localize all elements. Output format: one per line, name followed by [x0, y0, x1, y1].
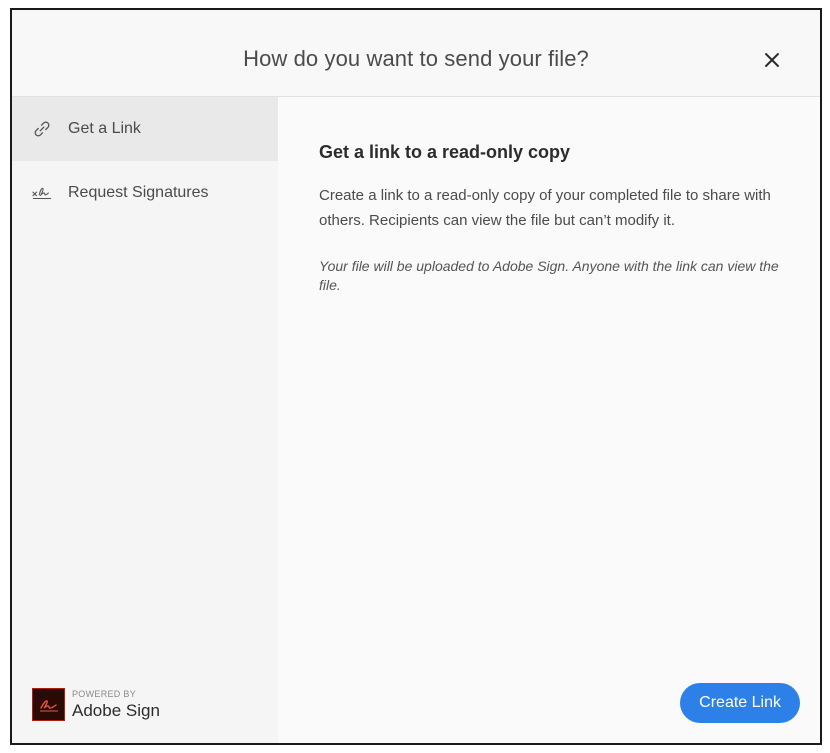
- content-description: Create a link to a read-only copy of you…: [319, 187, 771, 229]
- adobe-sign-logo: [32, 688, 65, 721]
- dialog-title: How do you want to send your file?: [243, 46, 589, 71]
- content-note: Your file will be uploaded to Adobe Sign…: [319, 258, 779, 293]
- main-content: Get a link to a read-only copy Create a …: [278, 97, 820, 743]
- link-icon: [32, 119, 52, 139]
- powered-by-label: POWERED BY: [72, 689, 137, 699]
- create-link-button[interactable]: Create Link: [680, 683, 800, 723]
- sidebar-item-get-a-link[interactable]: Get a Link: [12, 97, 278, 161]
- content-heading: Get a link to a read-only copy: [319, 142, 571, 162]
- sidebar-item-label: Get a Link: [68, 120, 141, 137]
- dialog-header: How do you want to send your file?: [12, 10, 820, 97]
- powered-by-branding: POWERED BY Adobe Sign: [32, 688, 160, 721]
- signature-icon: [32, 183, 52, 203]
- sidebar: Get a Link Request Signatures POWERED BY…: [12, 97, 278, 743]
- brand-name: Adobe Sign: [72, 701, 160, 720]
- sidebar-item-label: Request Signatures: [68, 184, 209, 201]
- sidebar-item-request-signatures[interactable]: Request Signatures: [12, 161, 278, 225]
- send-file-dialog: How do you want to send your file? Get a…: [10, 8, 822, 745]
- close-icon[interactable]: [760, 48, 784, 72]
